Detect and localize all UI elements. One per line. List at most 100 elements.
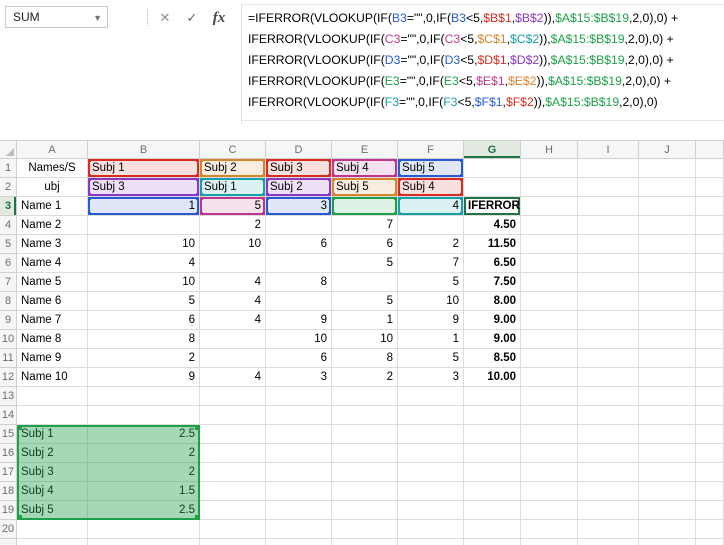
cell-partial-5[interactable] xyxy=(696,235,724,254)
cell-J-16[interactable] xyxy=(639,444,696,463)
ref-range-handle[interactable] xyxy=(88,174,91,177)
cell-B-10[interactable]: 8 xyxy=(88,330,200,349)
cell-H-8[interactable] xyxy=(521,292,578,311)
cell-C-2[interactable]: Subj 1 xyxy=(200,178,266,197)
cell-E-10[interactable]: 10 xyxy=(332,330,398,349)
col-header-B[interactable]: B xyxy=(88,141,200,159)
cell-A-1[interactable]: Names/S xyxy=(17,159,88,178)
cell-H-12[interactable] xyxy=(521,368,578,387)
cell-D-9[interactable]: 9 xyxy=(266,311,332,330)
cell-I-2[interactable] xyxy=(578,178,639,197)
cell-C-8[interactable]: 4 xyxy=(200,292,266,311)
cell-C-14[interactable] xyxy=(200,406,266,425)
cell-partial-14[interactable] xyxy=(696,406,724,425)
cell-E-18[interactable] xyxy=(332,482,398,501)
insert-function-icon[interactable]: fx xyxy=(208,7,230,29)
ref-range-handle[interactable] xyxy=(196,178,199,181)
cell-J-1[interactable] xyxy=(639,159,696,178)
cell-H-20[interactable] xyxy=(521,520,578,539)
cell-C-7[interactable]: 4 xyxy=(200,273,266,292)
cell-D-2[interactable]: Subj 2 xyxy=(266,178,332,197)
cell-H-14[interactable] xyxy=(521,406,578,425)
cell-J-20[interactable] xyxy=(639,520,696,539)
cell-G-21[interactable] xyxy=(464,539,521,545)
cell-G-15[interactable] xyxy=(464,425,521,444)
cell-F-16[interactable] xyxy=(398,444,464,463)
cell-E-4[interactable]: 7 xyxy=(332,216,398,235)
cell-B-5[interactable]: 10 xyxy=(88,235,200,254)
cell-partial-17[interactable] xyxy=(696,463,724,482)
cell-G-8[interactable]: 8.00 xyxy=(464,292,521,311)
cell-D-20[interactable] xyxy=(266,520,332,539)
cell-B-4[interactable] xyxy=(88,216,200,235)
cell-I-13[interactable] xyxy=(578,387,639,406)
ref-range-handle[interactable] xyxy=(394,212,397,215)
cell-B-6[interactable]: 4 xyxy=(88,254,200,273)
cell-H-15[interactable] xyxy=(521,425,578,444)
select-all-corner[interactable] xyxy=(0,141,17,159)
cell-B-18[interactable]: 1.5 xyxy=(88,482,200,501)
ref-range-handle[interactable] xyxy=(398,174,401,177)
cell-E-7[interactable] xyxy=(332,273,398,292)
cell-A-17[interactable]: Subj 3 xyxy=(17,463,88,482)
cell-B-16[interactable]: 2 xyxy=(88,444,200,463)
cell-F-17[interactable] xyxy=(398,463,464,482)
cell-H-21[interactable] xyxy=(521,539,578,545)
cell-C-9[interactable]: 4 xyxy=(200,311,266,330)
cell-I-16[interactable] xyxy=(578,444,639,463)
cell-J-11[interactable] xyxy=(639,349,696,368)
cell-C-16[interactable] xyxy=(200,444,266,463)
cell-D-10[interactable]: 10 xyxy=(266,330,332,349)
cell-A-11[interactable]: Name 9 xyxy=(17,349,88,368)
cell-F-6[interactable]: 7 xyxy=(398,254,464,273)
cell-I-17[interactable] xyxy=(578,463,639,482)
cell-J-14[interactable] xyxy=(639,406,696,425)
ref-range-handle[interactable] xyxy=(266,212,269,215)
cell-F-1[interactable]: Subj 5 xyxy=(398,159,464,178)
cell-H-2[interactable] xyxy=(521,178,578,197)
ref-range-handle[interactable] xyxy=(196,212,199,215)
cell-G-11[interactable]: 8.50 xyxy=(464,349,521,368)
cell-partial-6[interactable] xyxy=(696,254,724,273)
ref-range-handle[interactable] xyxy=(394,159,397,162)
cell-F-19[interactable] xyxy=(398,501,464,520)
ref-range-handle[interactable] xyxy=(200,193,203,196)
cell-C-10[interactable] xyxy=(200,330,266,349)
cell-B-19[interactable]: 2.5 xyxy=(88,501,200,520)
cell-E-15[interactable] xyxy=(332,425,398,444)
cell-B-15[interactable]: 2.5 xyxy=(88,425,200,444)
cell-B-9[interactable]: 6 xyxy=(88,311,200,330)
col-header-D[interactable]: D xyxy=(266,141,332,159)
cell-A-7[interactable]: Name 5 xyxy=(17,273,88,292)
name-box[interactable]: SUM ▼ xyxy=(5,6,108,28)
cell-E-6[interactable]: 5 xyxy=(332,254,398,273)
ref-range-handle[interactable] xyxy=(398,197,401,200)
cell-B-1[interactable]: Subj 1 xyxy=(88,159,200,178)
cell-E-11[interactable]: 8 xyxy=(332,349,398,368)
row-header-19[interactable]: 19 xyxy=(0,501,17,520)
cell-J-17[interactable] xyxy=(639,463,696,482)
cell-H-9[interactable] xyxy=(521,311,578,330)
ref-range-handle[interactable] xyxy=(398,193,401,196)
cell-E-9[interactable]: 1 xyxy=(332,311,398,330)
cell-G-16[interactable] xyxy=(464,444,521,463)
cell-D-18[interactable] xyxy=(266,482,332,501)
cell-I-3[interactable] xyxy=(578,197,639,216)
cell-D-19[interactable] xyxy=(266,501,332,520)
cell-I-18[interactable] xyxy=(578,482,639,501)
cell-C-6[interactable] xyxy=(200,254,266,273)
cell-J-3[interactable] xyxy=(639,197,696,216)
col-header-partial[interactable] xyxy=(696,141,724,159)
cell-J-6[interactable] xyxy=(639,254,696,273)
row-header-7[interactable]: 7 xyxy=(0,273,17,292)
cell-partial-11[interactable] xyxy=(696,349,724,368)
ref-range-handle[interactable] xyxy=(460,197,463,200)
cell-J-10[interactable] xyxy=(639,330,696,349)
cell-H-6[interactable] xyxy=(521,254,578,273)
col-header-C[interactable]: C xyxy=(200,141,266,159)
cell-partial-7[interactable] xyxy=(696,273,724,292)
cell-F-4[interactable] xyxy=(398,216,464,235)
cell-E-12[interactable]: 2 xyxy=(332,368,398,387)
cell-partial-8[interactable] xyxy=(696,292,724,311)
cell-C-3[interactable]: 5 xyxy=(200,197,266,216)
